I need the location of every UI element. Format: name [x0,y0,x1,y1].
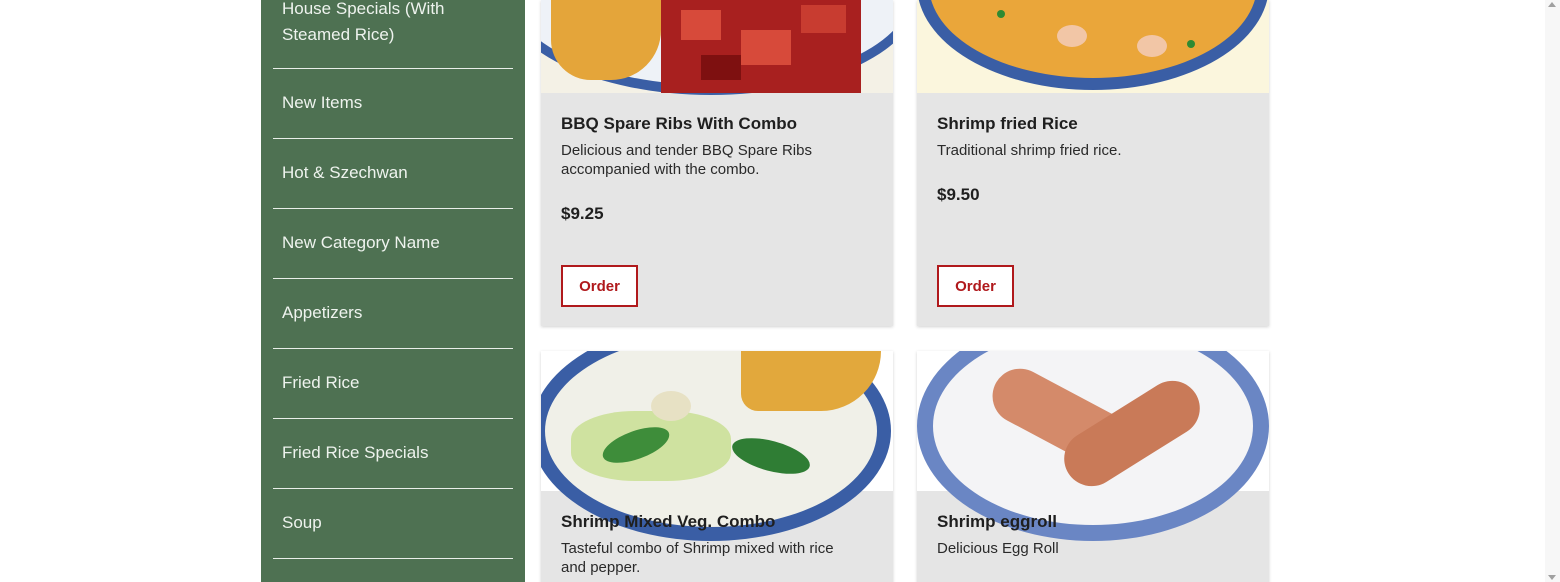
menu-item-card: Shrimp eggroll Delicious Egg Roll [917,351,1269,582]
sidebar-item-fried-rice[interactable]: Fried Rice [273,349,513,419]
shrimp-mixed-veg-photo [541,351,893,541]
sidebar-item-label: New Category Name [282,233,440,252]
sidebar-item-label: Appetizers [282,303,363,322]
menu-item-name: Shrimp eggroll [937,512,1057,531]
menu-item-price: $9.25 [561,204,604,223]
category-sidebar: House Specials (With Steamed Rice) New I… [261,0,525,582]
sidebar-item-appetizers[interactable]: Appetizers [273,279,513,349]
sidebar-item-label: New Items [282,93,363,112]
sidebar-item-new-items[interactable]: New Items [273,69,513,139]
sidebar-item-label: Soup [282,513,322,532]
scroll-down-arrow-icon[interactable] [1548,575,1556,580]
sidebar-item-house-specials[interactable]: House Specials (With Steamed Rice) [273,0,513,69]
sidebar-item-label: Fried Rice Specials [282,443,429,462]
sidebar-item-label: House Specials (With Steamed Rice) [282,0,445,44]
sidebar-item-soup[interactable]: Soup [273,489,513,559]
menu-item-name: BBQ Spare Ribs With Combo [561,114,797,133]
menu-item-description: Delicious Egg Roll [937,540,1059,557]
sidebar-item-label: Hot & Szechwan [282,163,408,182]
menu-item-description: Traditional shrimp fried rice. [937,142,1122,159]
menu-item-card: Shrimp Mixed Veg. Combo Tasteful combo o… [541,351,893,582]
page-scrollbar[interactable] [1545,0,1560,582]
spare-ribs-photo [541,0,893,95]
sidebar-item-fried-rice-specials[interactable]: Fried Rice Specials [273,419,513,489]
menu-item-card: BBQ Spare Ribs With Combo Delicious and … [541,0,893,326]
sidebar-item-new-category[interactable]: New Category Name [273,209,513,279]
menu-item-description: Delicious and tender BBQ Spare Ribs acco… [561,142,812,178]
menu-item-description: Tasteful combo of Shrimp mixed with rice… [561,540,834,576]
sidebar-item-hot-szechwan[interactable]: Hot & Szechwan [273,139,513,209]
menu-item-card: Shrimp fried Rice Traditional shrimp fri… [917,0,1269,326]
scroll-up-arrow-icon[interactable] [1548,2,1556,7]
sidebar-item-label: Fried Rice [282,373,360,392]
shrimp-fried-rice-photo [917,0,1269,93]
order-button[interactable]: Order [561,265,638,307]
menu-item-name: Shrimp Mixed Veg. Combo [561,512,776,531]
menu-item-price: $9.50 [937,185,980,204]
order-button[interactable]: Order [937,265,1014,307]
egg-roll-photo [917,351,1269,541]
menu-item-name: Shrimp fried Rice [937,114,1078,133]
